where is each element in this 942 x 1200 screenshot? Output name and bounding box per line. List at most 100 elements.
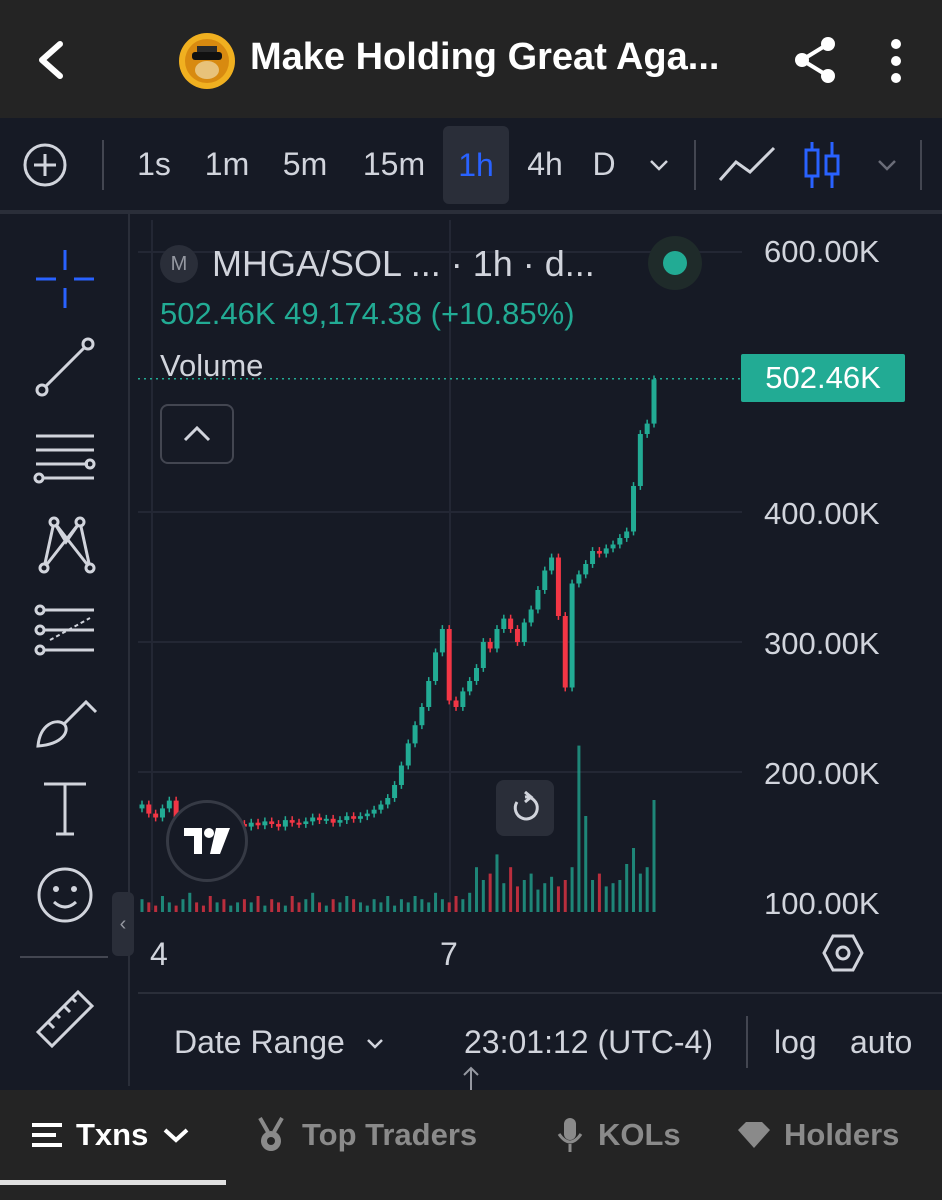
candle: [494, 629, 500, 649]
chevron-down-icon: [366, 1039, 383, 1049]
candle: [583, 564, 589, 575]
symbol-line: MHGA/SOL ... · 1h · d...: [212, 243, 595, 284]
volume-bar: [502, 883, 506, 912]
volume-bar: [434, 892, 438, 912]
candle: [166, 800, 172, 809]
volume-bar: [447, 902, 451, 912]
volume-bar: [420, 899, 424, 912]
x-tick-label: 7: [440, 936, 458, 972]
volume-bar: [591, 880, 595, 912]
toolbar-divider: [102, 140, 104, 190]
legend-values: 502.46K 49,174.38 (+10.85%): [160, 296, 575, 331]
reset-chart-button[interactable]: [496, 780, 554, 836]
volume-bar: [345, 896, 349, 912]
candle: [453, 700, 459, 707]
fib-icon[interactable]: [30, 596, 100, 666]
volume-bar: [249, 902, 253, 912]
tab-label: Top Traders: [302, 1117, 478, 1152]
candle: [562, 616, 568, 688]
tab-kols[interactable]: KOLs: [556, 1110, 681, 1160]
candle: [596, 551, 602, 554]
interval-1m[interactable]: 1m: [196, 118, 258, 210]
volume-bar: [365, 905, 369, 912]
interval-1s[interactable]: 1s: [126, 118, 182, 210]
candle: [624, 531, 630, 538]
candle: [535, 590, 541, 610]
volume-bar: [550, 876, 554, 912]
candle: [419, 707, 425, 726]
collapse-legend-button[interactable]: [160, 404, 234, 464]
candle: [651, 379, 657, 424]
candle: [439, 629, 445, 653]
candle: [617, 538, 623, 545]
toolbar-divider: [920, 140, 922, 190]
more-vertical-icon[interactable]: [880, 36, 912, 86]
volume-bar: [461, 899, 465, 912]
chevron-down-icon[interactable]: [646, 152, 672, 178]
volume-bar: [413, 896, 417, 912]
candle: [637, 434, 643, 486]
chart-area[interactable]: [138, 220, 942, 990]
tab-txns[interactable]: Txns: [30, 1110, 190, 1160]
pattern-icon[interactable]: [30, 508, 100, 578]
volume-bar: [222, 899, 226, 912]
toolbar-divider: [694, 140, 696, 190]
volume-bar: [604, 886, 608, 912]
candle: [487, 642, 493, 649]
candle: [371, 809, 377, 814]
interval-4h[interactable]: 4h: [518, 118, 572, 210]
line-chart-icon[interactable]: [716, 142, 778, 188]
candle: [323, 818, 329, 821]
volume-label: Volume: [160, 348, 264, 383]
volume-bar: [352, 899, 356, 912]
emoji-icon[interactable]: [30, 860, 100, 930]
interval-1h[interactable]: 1h: [443, 126, 509, 204]
date-range-button[interactable]: Date Range: [174, 1024, 386, 1061]
share-icon[interactable]: [790, 34, 842, 86]
date-range-label: Date Range: [174, 1024, 345, 1060]
volume-bar: [386, 896, 390, 912]
tab-label: Holders: [784, 1117, 900, 1152]
volume-bar: [618, 880, 622, 912]
active-tab-indicator: [0, 1180, 226, 1185]
candle: [433, 652, 439, 681]
candle: [351, 816, 357, 819]
brush-icon[interactable]: [30, 684, 100, 754]
volume-bar: [440, 899, 444, 912]
candle: [521, 622, 527, 642]
crosshair-icon[interactable]: [30, 244, 100, 314]
volume-bar: [208, 896, 212, 912]
tab-holders[interactable]: Holders: [736, 1110, 899, 1160]
volume-bar: [597, 873, 601, 912]
interval-d[interactable]: D: [584, 118, 624, 210]
interval-5m[interactable]: 5m: [274, 118, 336, 210]
interval-15m[interactable]: 15m: [354, 118, 434, 210]
horizontal-lines-icon[interactable]: [30, 420, 100, 490]
symbol-legend[interactable]: M MHGA/SOL ... · 1h · d...: [160, 242, 595, 286]
auto-scale-button[interactable]: auto: [850, 1024, 912, 1061]
volume-bar: [625, 864, 629, 912]
candlestick-icon[interactable]: [800, 138, 844, 192]
tab-top-traders[interactable]: Top Traders: [254, 1110, 477, 1160]
clock-timezone[interactable]: 23:01:12 (UTC-4): [464, 1024, 713, 1061]
collapse-tools-button[interactable]: ‹: [112, 892, 134, 956]
volume-bar: [181, 899, 185, 912]
back-icon[interactable]: [30, 36, 74, 84]
candle: [357, 816, 363, 819]
volume-bar: [584, 816, 588, 912]
volume-bar: [297, 902, 301, 912]
hexagon-settings-icon[interactable]: [822, 932, 864, 974]
volume-bar: [652, 800, 656, 912]
tradingview-logo[interactable]: [166, 800, 248, 882]
chevron-down-icon[interactable]: [874, 152, 900, 178]
log-scale-button[interactable]: log: [774, 1024, 817, 1061]
plus-circle-icon[interactable]: [22, 142, 68, 188]
candle: [514, 629, 520, 642]
volume-bar: [147, 902, 151, 912]
volume-bar: [645, 867, 649, 912]
text-icon[interactable]: [30, 772, 100, 842]
trend-line-icon[interactable]: [30, 332, 100, 402]
candle: [153, 813, 159, 818]
price-chart[interactable]: [138, 220, 942, 990]
ruler-icon[interactable]: [30, 984, 100, 1054]
